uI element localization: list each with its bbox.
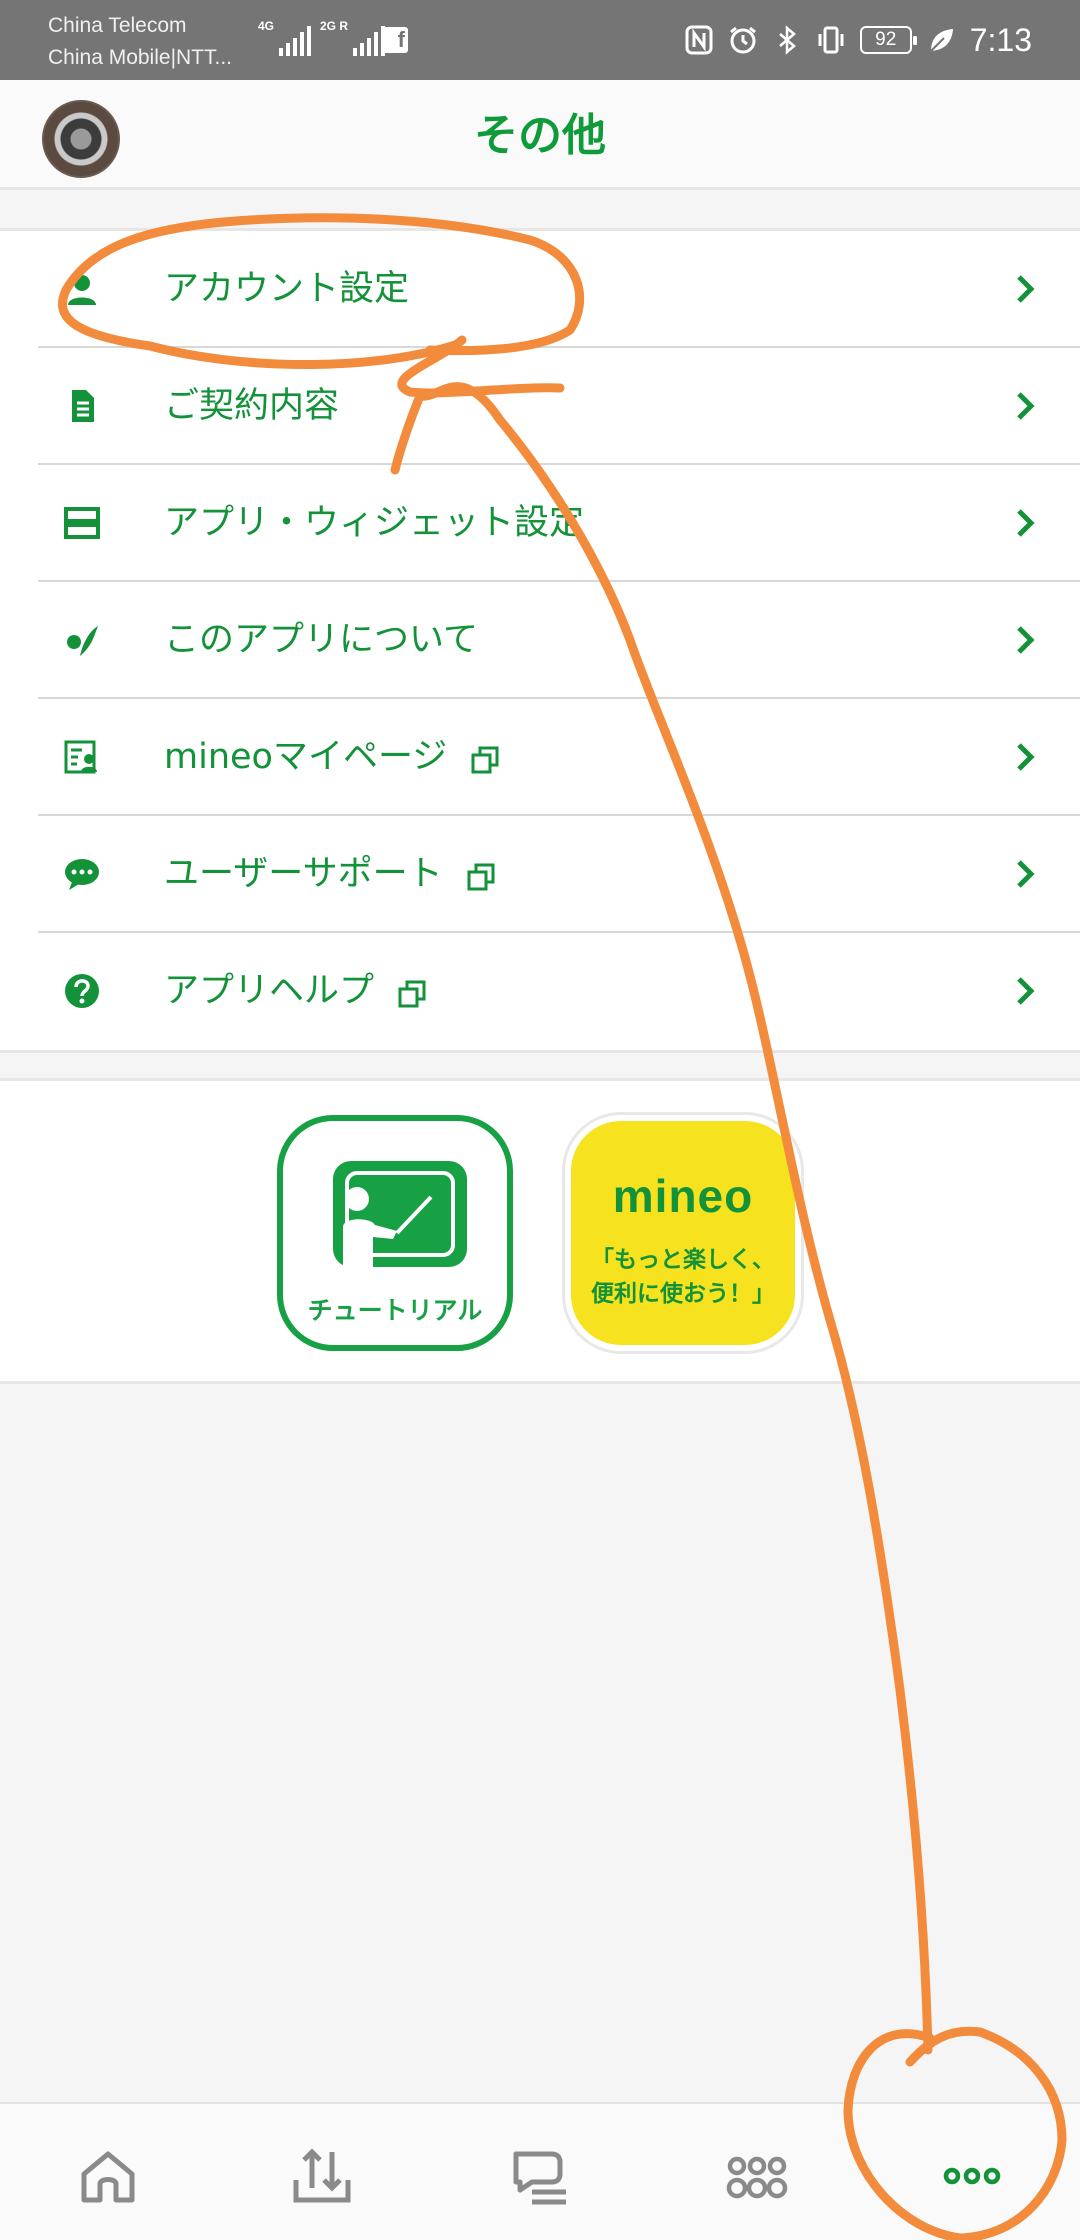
menu-item-label: mineoマイページ — [164, 732, 499, 782]
menu-item-label: ユーザーサポート — [164, 849, 495, 899]
clock: 7:13 — [969, 21, 1032, 58]
mineo-logo: mineo — [612, 1170, 754, 1222]
chevron-right-icon — [1017, 626, 1035, 654]
carrier-names: China Telecom China Mobile|NTT... — [48, 10, 232, 74]
chevron-right-icon — [1017, 392, 1035, 420]
alarm-icon — [729, 26, 756, 54]
leaf-icon — [930, 29, 953, 52]
carrier-2: China Mobile|NTT... — [48, 46, 233, 69]
settings-menu: アカウント設定 ご契約内容 アプリ・ウィジェット設定 このアプリについて min… — [0, 228, 1080, 1053]
chevron-right-icon — [1017, 977, 1035, 1005]
external-link-icon — [398, 980, 426, 1008]
menu-item-user-support[interactable]: ユーザーサポート — [38, 816, 1080, 933]
chat-icon — [65, 859, 99, 890]
data-transfer-icon[interactable] — [290, 2144, 354, 2208]
menu-item-label: このアプリについて — [164, 620, 478, 660]
mineo-tagline: 「もっと楽しく、 便利に使おう！」 — [591, 1247, 775, 1307]
teacher-icon — [343, 1187, 433, 1275]
tutorial-button[interactable]: チュートリアル — [277, 1115, 513, 1351]
external-link-icon — [471, 746, 499, 774]
about-icon — [67, 626, 98, 656]
menu-item-account-settings[interactable]: アカウント設定 — [38, 231, 1080, 348]
help-icon — [65, 974, 99, 1008]
menu-item-label: アプリヘルプ — [164, 966, 426, 1016]
carrier-1: China Telecom — [48, 14, 187, 37]
page-title: その他 — [474, 110, 606, 161]
mypage-icon — [64, 740, 97, 774]
tutorial-label: チュートリアル — [307, 1296, 483, 1325]
home-icon[interactable] — [76, 2144, 140, 2208]
services-icon[interactable] — [725, 2144, 789, 2208]
more-icon[interactable] — [940, 2144, 1004, 2208]
menu-item-contract[interactable]: ご契約内容 — [38, 348, 1080, 465]
menu-item-label: ご契約内容 — [164, 386, 340, 426]
app-header: その他 — [0, 80, 1080, 190]
menu-item-about-app[interactable]: このアプリについて — [38, 582, 1080, 699]
bluetooth-icon — [778, 25, 796, 55]
signal-2-icon: 2G R — [320, 20, 386, 56]
bottom-navigation — [0, 2102, 1080, 2240]
community-icon[interactable] — [508, 2144, 572, 2208]
menu-item-widget-settings[interactable]: アプリ・ウィジェット設定 — [38, 465, 1080, 582]
mineo-banner-button[interactable]: mineo 「もっと楽しく、 便利に使おう！」 — [565, 1115, 801, 1351]
contract-icon — [72, 390, 94, 422]
widget-icon — [64, 507, 100, 539]
status-bar: China Telecom China Mobile|NTT... 4G 2G … — [0, 0, 1080, 80]
nfc-icon — [685, 25, 713, 55]
facebook-notification-icon: f — [382, 27, 408, 53]
chevron-right-icon — [1017, 743, 1035, 771]
battery-indicator: 92 — [859, 26, 917, 54]
menu-item-label: アカウント設定 — [164, 269, 410, 309]
chevron-right-icon — [1017, 509, 1035, 537]
menu-item-app-help[interactable]: アプリヘルプ — [38, 933, 1080, 1050]
external-link-icon — [467, 863, 495, 891]
chevron-right-icon — [1017, 275, 1035, 303]
vibrate-icon — [818, 26, 844, 54]
menu-item-label: アプリ・ウィジェット設定 — [164, 503, 585, 543]
account-icon — [68, 275, 96, 305]
signal-1-icon: 4G — [258, 20, 312, 56]
chevron-right-icon — [1017, 860, 1035, 888]
banner-section: チュートリアル mineo 「もっと楽しく、 便利に使おう！」 — [0, 1078, 1080, 1384]
menu-item-mypage[interactable]: mineoマイページ — [38, 699, 1080, 816]
